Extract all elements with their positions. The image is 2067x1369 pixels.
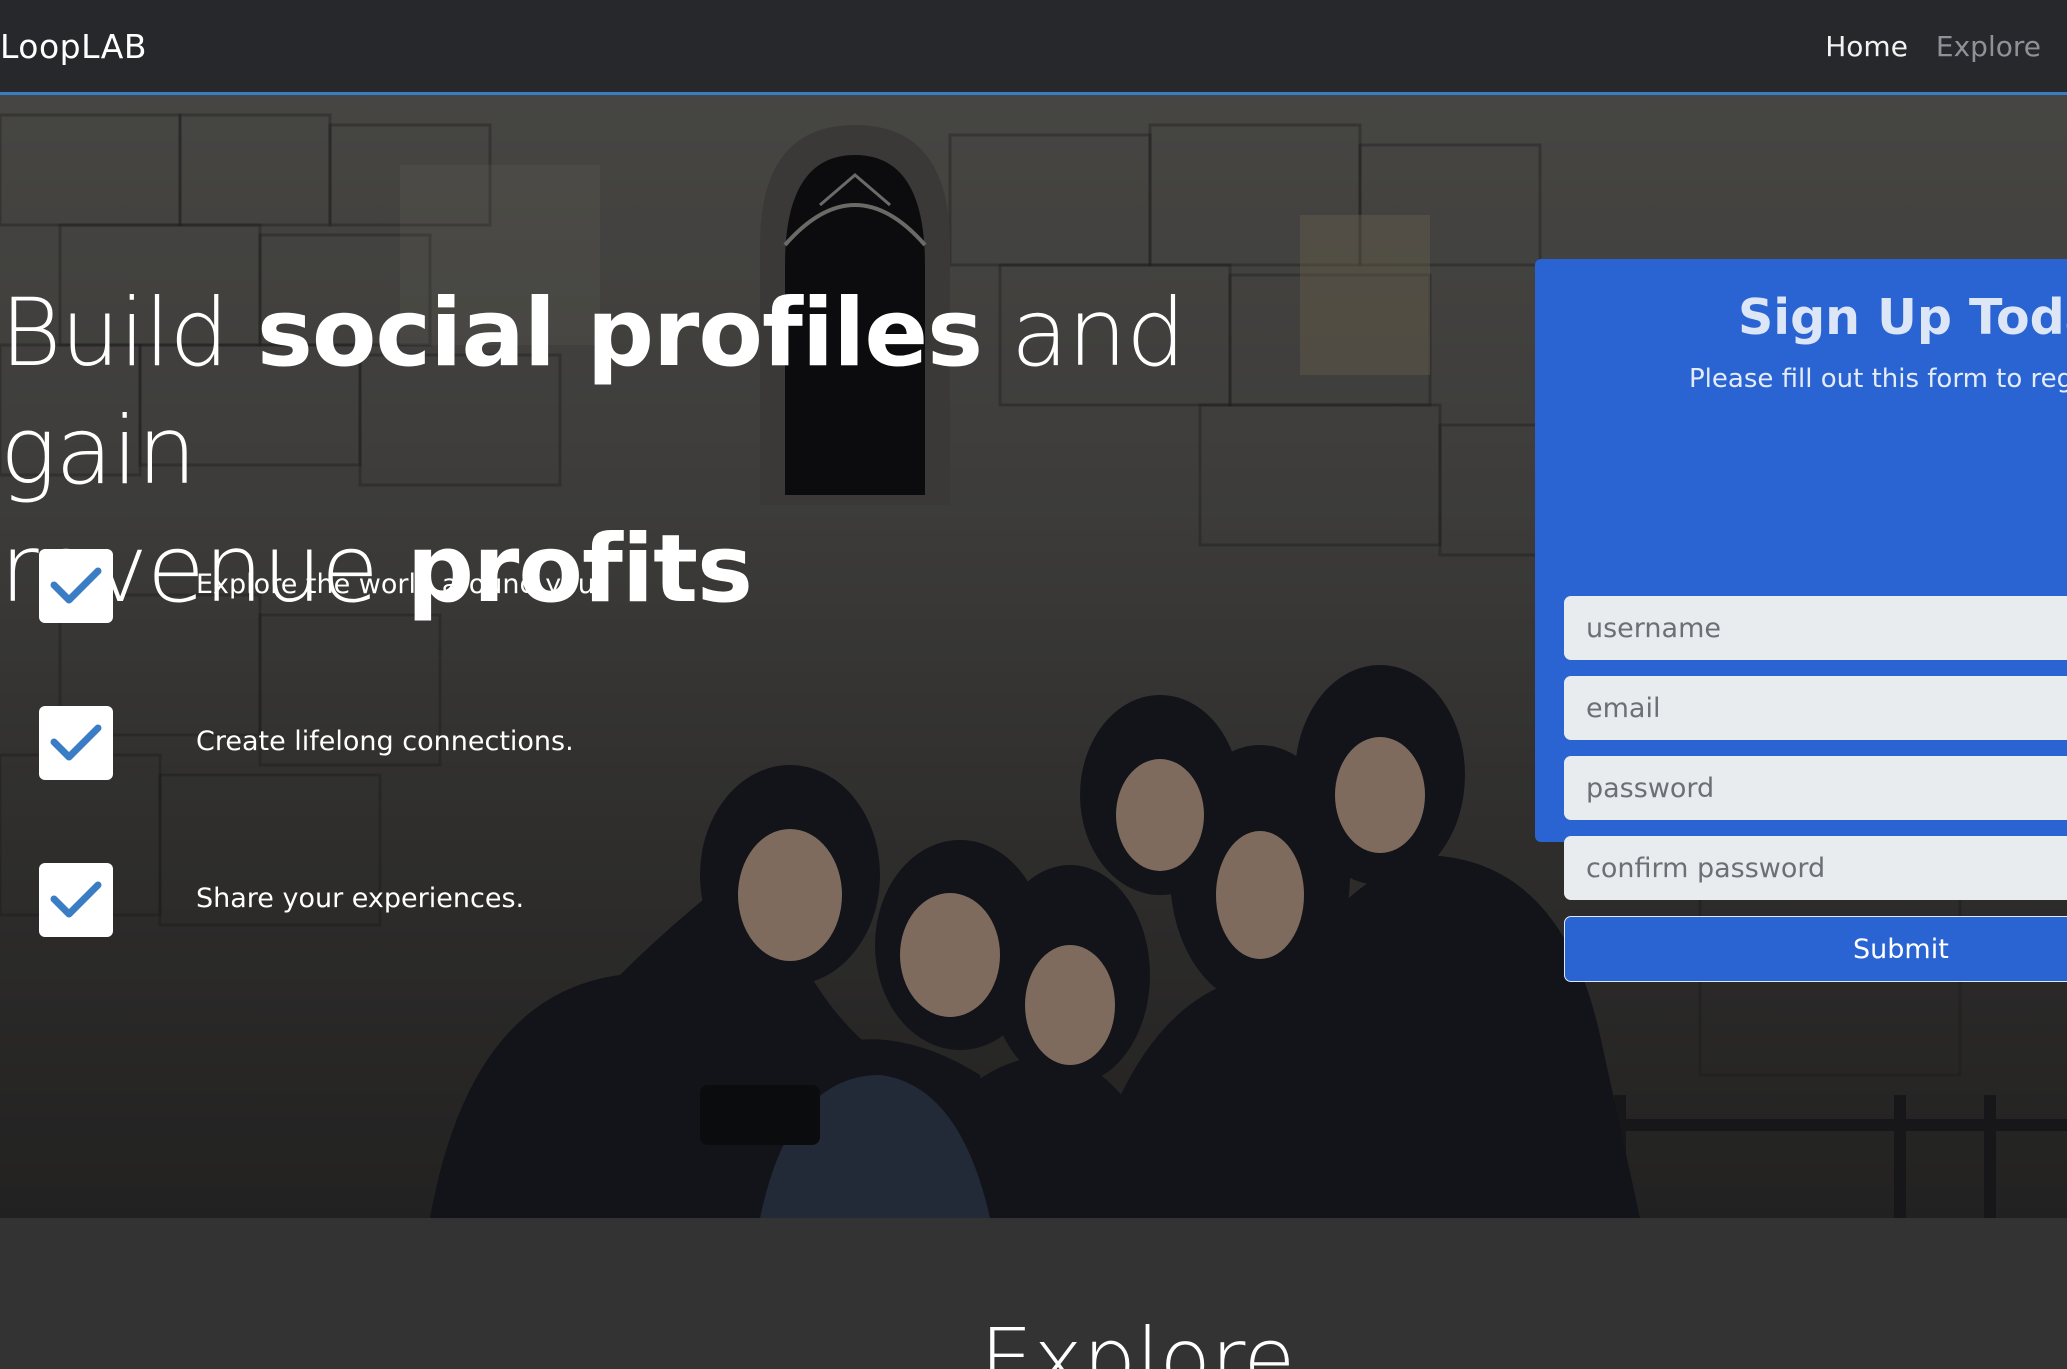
password-input[interactable] — [1564, 756, 2067, 820]
hero-section: Build social profiles and gain revenue pr… — [0, 95, 2067, 1218]
feature-item-share: Share your experiences. — [39, 863, 739, 937]
headline-line1-part1: Build — [0, 279, 257, 388]
headline-line1-bold: social profiles — [256, 279, 983, 388]
signup-card: Sign Up Today Please fill out this form … — [1535, 259, 2067, 982]
feature-text: Share your experiences. — [196, 883, 525, 914]
checkmark-icon — [39, 863, 113, 937]
signup-subtitle: Please fill out this form to regis — [1689, 364, 2067, 394]
username-input[interactable] — [1564, 596, 2067, 660]
email-input[interactable] — [1564, 676, 2067, 740]
nav-link-home[interactable]: Home — [1825, 30, 1908, 63]
feature-text: Create lifelong connections. — [196, 726, 574, 757]
explore-heading: Explore — [980, 1310, 1296, 1369]
brand-logo[interactable]: LoopLAB — [0, 27, 147, 66]
explore-section: Explore — [0, 1218, 2067, 1369]
nav-links: Home Explore — [1825, 30, 2041, 63]
submit-button[interactable]: Submit — [1564, 916, 2067, 982]
signup-title: Sign Up Today — [1738, 289, 2067, 346]
feature-text: Explore the world around you. — [196, 569, 604, 600]
feature-item-connections: Create lifelong connections. — [39, 706, 739, 780]
checkmark-icon — [39, 706, 113, 780]
confirm-password-input[interactable] — [1564, 836, 2067, 900]
nav-link-explore[interactable]: Explore — [1936, 30, 2041, 63]
feature-item-explore: Explore the world around you. — [39, 549, 739, 623]
navbar: LoopLAB Home Explore — [0, 0, 2067, 95]
checkmark-icon — [39, 549, 113, 623]
landing-page: LoopLAB Home Explore Build social profil… — [0, 0, 2067, 1369]
